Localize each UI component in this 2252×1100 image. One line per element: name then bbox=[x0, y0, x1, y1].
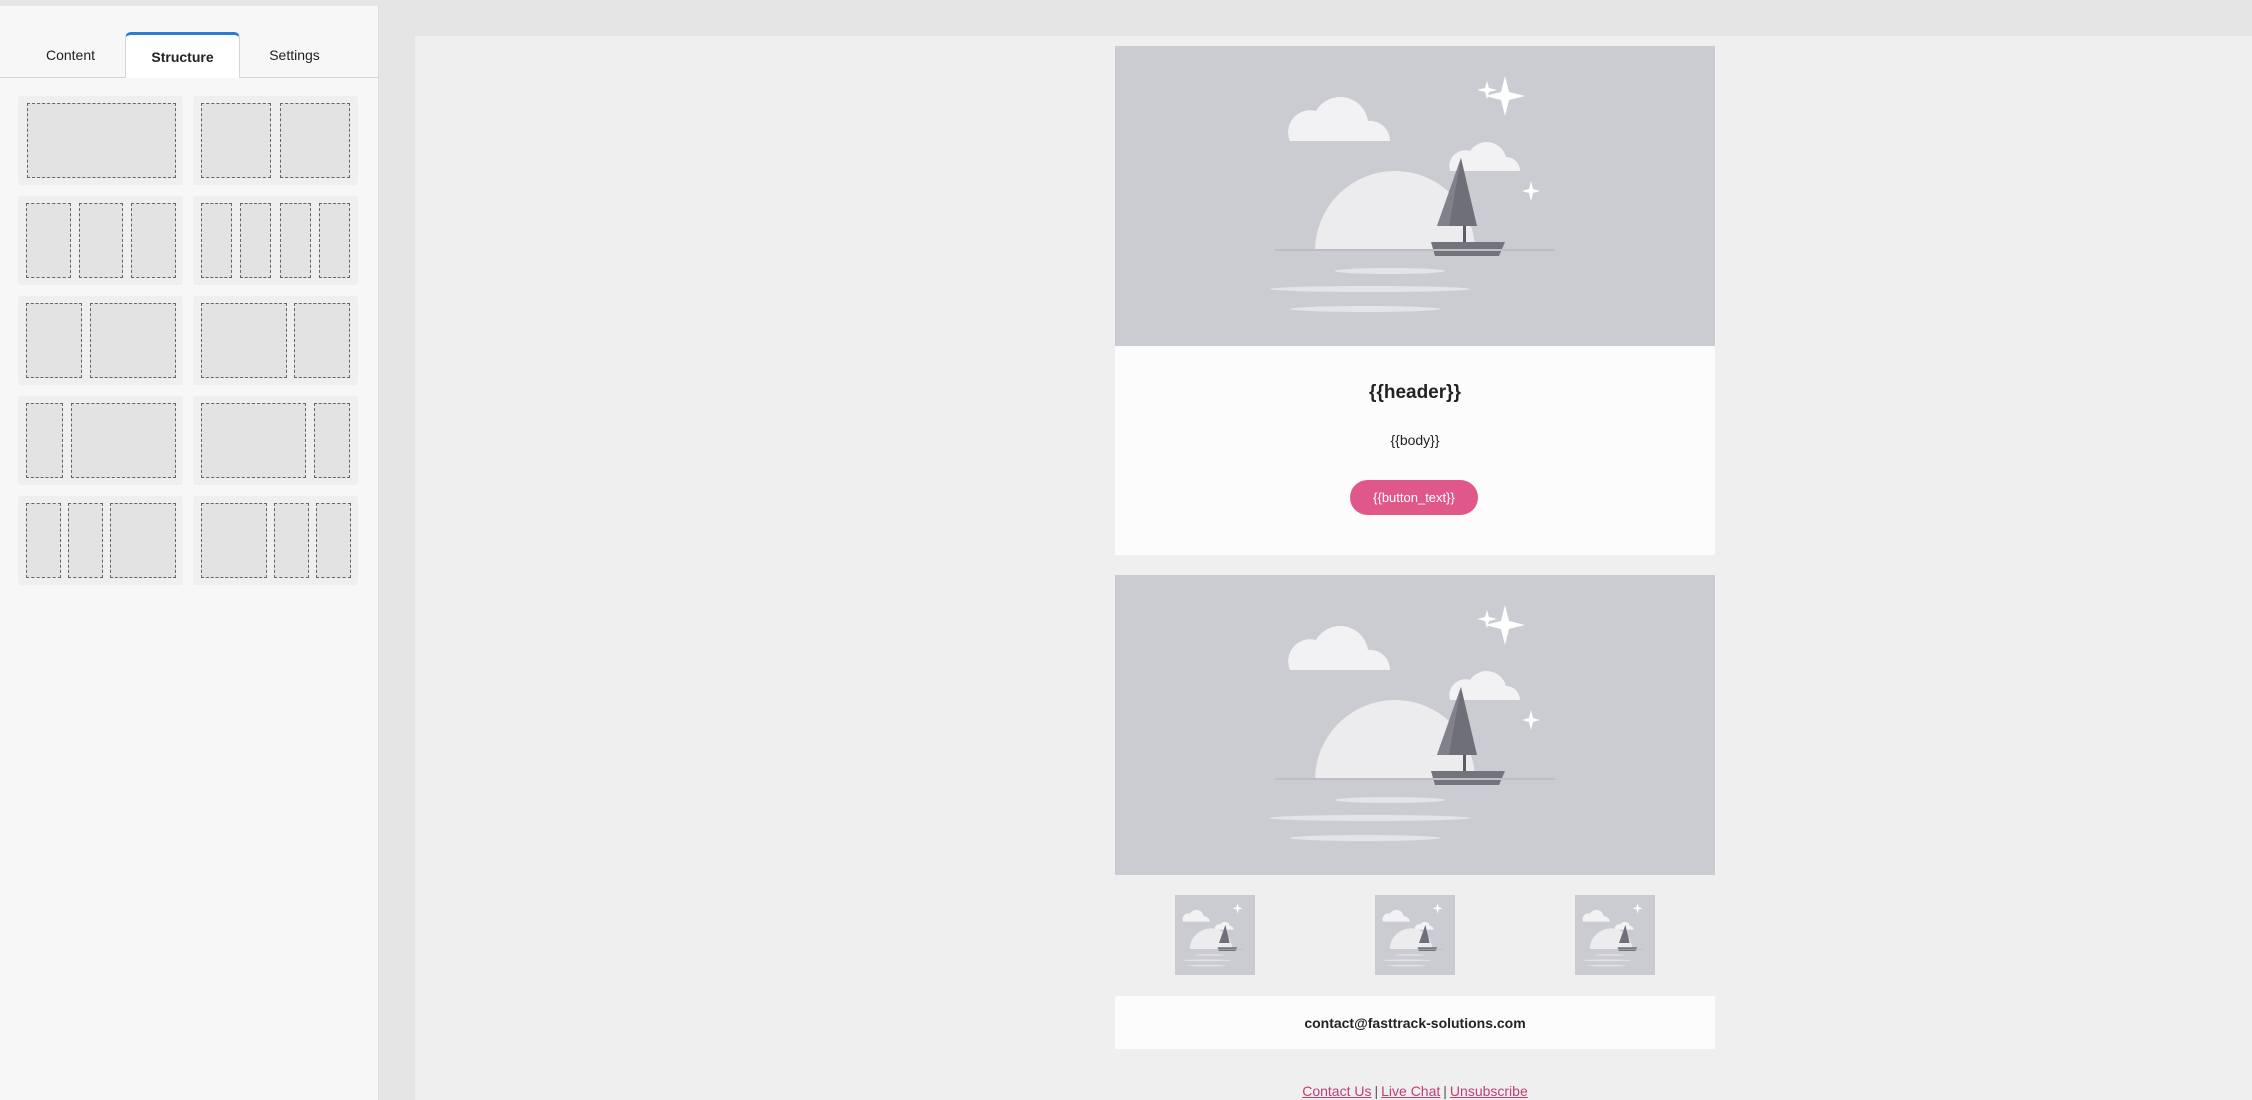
layout-column bbox=[240, 203, 271, 278]
layout-1-4-3-4[interactable] bbox=[18, 396, 183, 485]
layout-column bbox=[90, 303, 176, 378]
layout-column bbox=[68, 503, 103, 578]
link-separator: | bbox=[1443, 1083, 1447, 1099]
layout-column bbox=[26, 303, 82, 378]
email-canvas: {{header}} {{body}} {{button_text}} cont… bbox=[415, 36, 2252, 1100]
layout-column bbox=[27, 103, 176, 178]
layout-column bbox=[26, 503, 61, 578]
unsubscribe-link[interactable]: Unsubscribe bbox=[1450, 1083, 1528, 1099]
landscape-placeholder-icon bbox=[1115, 46, 1715, 346]
live-chat-link[interactable]: Live Chat bbox=[1381, 1083, 1440, 1099]
layout-2-columns[interactable] bbox=[193, 96, 358, 185]
layout-1-4-1-4-1-2[interactable] bbox=[18, 496, 183, 585]
email-header-text[interactable]: {{header}} bbox=[1115, 382, 1715, 404]
thumbnail-image-2[interactable] bbox=[1375, 895, 1455, 975]
layout-column bbox=[110, 503, 176, 578]
layout-column bbox=[316, 503, 351, 578]
layout-column bbox=[26, 203, 71, 278]
sidebar-tabs: Content Structure Settings bbox=[0, 32, 378, 78]
layout-4-columns[interactable] bbox=[193, 196, 358, 285]
layout-1-2-1-4-1-4[interactable] bbox=[193, 496, 358, 585]
footer-links: Contact Us | Live Chat | Unsubscribe bbox=[1115, 1083, 1715, 1099]
layout-column bbox=[280, 103, 350, 178]
layout-column bbox=[319, 203, 350, 278]
layout-column bbox=[201, 203, 232, 278]
layout-1-3-2-3[interactable] bbox=[18, 296, 183, 385]
contact-email-block: contact@fasttrack-solutions.com bbox=[1115, 996, 1715, 1049]
thumbnail-image-1[interactable] bbox=[1175, 895, 1255, 975]
layout-3-columns[interactable] bbox=[18, 196, 183, 285]
layout-column bbox=[201, 303, 287, 378]
hero-image-placeholder[interactable] bbox=[1115, 46, 1715, 346]
contact-email-text[interactable]: contact@fasttrack-solutions.com bbox=[1304, 1015, 1525, 1031]
layout-column bbox=[280, 203, 311, 278]
landscape-placeholder-icon bbox=[1575, 895, 1655, 975]
link-separator: | bbox=[1374, 1083, 1379, 1099]
thumbnail-image-3[interactable] bbox=[1575, 895, 1655, 975]
landscape-placeholder-icon bbox=[1115, 575, 1715, 875]
layout-column bbox=[26, 403, 63, 478]
tab-content[interactable]: Content bbox=[18, 32, 123, 78]
landscape-placeholder-icon bbox=[1175, 895, 1255, 975]
email-body-text[interactable]: {{body}} bbox=[1115, 432, 1715, 448]
cta-button[interactable]: {{button_text}} bbox=[1350, 480, 1478, 515]
landscape-placeholder-icon bbox=[1375, 895, 1455, 975]
tab-structure[interactable]: Structure bbox=[125, 32, 240, 78]
layout-column bbox=[201, 503, 267, 578]
text-content-block: {{header}} {{body}} {{button_text}} bbox=[1115, 346, 1715, 555]
layout-column bbox=[274, 503, 309, 578]
tab-settings[interactable]: Settings bbox=[242, 32, 347, 78]
secondary-image-placeholder[interactable] bbox=[1115, 575, 1715, 875]
layout-2-3-1-3[interactable] bbox=[193, 296, 358, 385]
contact-us-link[interactable]: Contact Us bbox=[1302, 1083, 1371, 1099]
layout-column bbox=[201, 403, 306, 478]
layout-3-4-1-4[interactable] bbox=[193, 396, 358, 485]
layout-column bbox=[294, 303, 350, 378]
sidebar-panel: Content Structure Settings bbox=[0, 6, 379, 1100]
layout-column bbox=[79, 203, 123, 278]
layout-column bbox=[131, 203, 176, 278]
layout-column bbox=[314, 403, 350, 478]
layout-1-column[interactable] bbox=[18, 96, 183, 185]
layout-column bbox=[201, 103, 271, 178]
layout-column bbox=[71, 403, 176, 478]
